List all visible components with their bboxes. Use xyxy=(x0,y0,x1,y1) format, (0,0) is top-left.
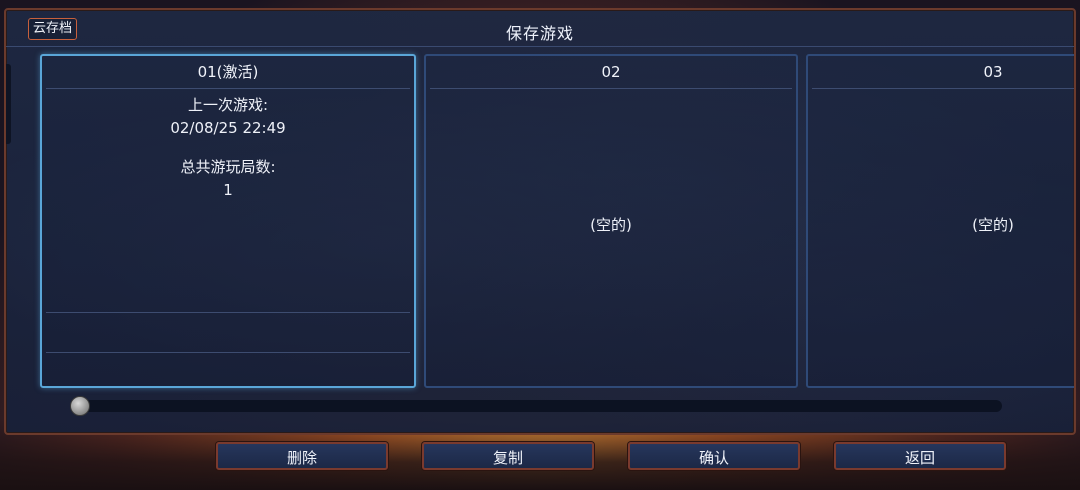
copy-button[interactable]: 复制 xyxy=(422,442,594,470)
save-slot-02[interactable]: 02 (空的) xyxy=(424,54,798,388)
empty-slot-text: (空的) xyxy=(972,216,1014,234)
slot-header-divider xyxy=(46,88,410,89)
save-game-panel: 云存档 保存游戏 01(激活) 上一次游戏: 02/08/25 22:49 总共… xyxy=(4,8,1076,435)
delete-button[interactable]: 删除 xyxy=(216,442,388,470)
slot-label: 02 xyxy=(601,63,621,81)
slot-scrollbar-thumb[interactable] xyxy=(70,396,90,416)
empty-slot-text: (空的) xyxy=(590,216,632,234)
total-games-value: 1 xyxy=(223,181,233,199)
slot-footer-divider xyxy=(46,352,410,353)
slot-scrollbar-track[interactable] xyxy=(74,400,1002,412)
back-button[interactable]: 返回 xyxy=(834,442,1006,470)
save-slot-01[interactable]: 01(激活) 上一次游戏: 02/08/25 22:49 总共游玩局数: 1 xyxy=(40,54,416,388)
header-divider xyxy=(6,46,1074,47)
slot-header-divider xyxy=(430,88,792,89)
last-played-value: 02/08/25 22:49 xyxy=(170,119,286,137)
slot-header-divider xyxy=(812,88,1074,89)
last-played-label: 上一次游戏: xyxy=(187,96,269,114)
side-tab[interactable] xyxy=(6,64,11,144)
page-title: 保存游戏 xyxy=(505,24,574,43)
slot-label: 03 xyxy=(983,63,1003,81)
total-games-label: 总共游玩局数: xyxy=(180,158,276,176)
slot-footer-divider xyxy=(46,312,410,313)
confirm-button[interactable]: 确认 xyxy=(628,442,800,470)
slot-label: 01(激活) xyxy=(197,63,259,81)
save-slot-03[interactable]: 03 (空的) xyxy=(806,54,1074,388)
